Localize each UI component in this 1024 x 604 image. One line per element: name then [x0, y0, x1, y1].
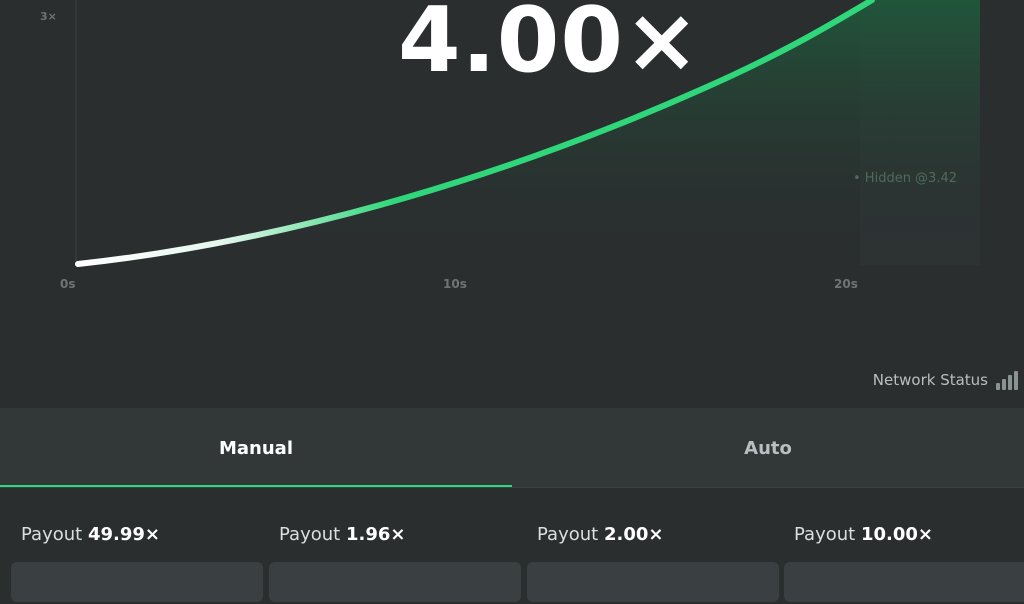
- y-axis-tick: 3×: [40, 10, 57, 23]
- x-axis-tick-0: 0s: [60, 277, 76, 291]
- payout-presets: Payout 49.99× Payout 1.96× Payout 2.00× …: [0, 488, 1024, 602]
- tab-manual-label: Manual: [218, 437, 293, 459]
- payout-value: 49.99×: [87, 524, 160, 545]
- current-multiplier: 4.00×: [398, 0, 701, 93]
- payout-value: 2.00×: [603, 524, 664, 545]
- tab-auto[interactable]: Auto: [512, 408, 1024, 488]
- network-status-label: Network Status: [872, 371, 988, 389]
- payout-card: Payout 1.96×: [269, 524, 521, 604]
- crash-game-area: 3× 0s 10s 20s 4.00× • Hidden @3.42 Netwo…: [0, 0, 1024, 408]
- payout-card-button[interactable]: [527, 562, 779, 602]
- x-axis-tick-10: 10s: [443, 277, 467, 291]
- payout-card-button[interactable]: [269, 562, 521, 602]
- payout-value: 1.96×: [345, 524, 406, 545]
- payout-card-button[interactable]: [11, 562, 263, 602]
- payout-card: Payout 10.00×: [784, 524, 1024, 604]
- tab-manual[interactable]: Manual: [0, 408, 512, 488]
- payout-label: Payout: [21, 524, 83, 545]
- signal-strength-icon: [996, 370, 1018, 390]
- payout-label: Payout: [537, 524, 599, 545]
- payout-card: Payout 2.00×: [527, 524, 779, 604]
- x-axis-tick-20: 20s: [834, 277, 858, 291]
- bet-mode-tabs: Manual Auto: [0, 408, 1024, 488]
- hidden-bet-marker: • Hidden @3.42: [853, 171, 958, 186]
- tab-auto-label: Auto: [744, 437, 792, 459]
- payout-card: Payout 49.99×: [11, 524, 263, 604]
- payout-label: Payout: [279, 524, 341, 545]
- network-status[interactable]: Network Status: [873, 370, 1018, 390]
- payout-card-button[interactable]: [784, 562, 1024, 602]
- payout-label: Payout: [794, 524, 856, 545]
- payout-value: 10.00×: [860, 524, 933, 545]
